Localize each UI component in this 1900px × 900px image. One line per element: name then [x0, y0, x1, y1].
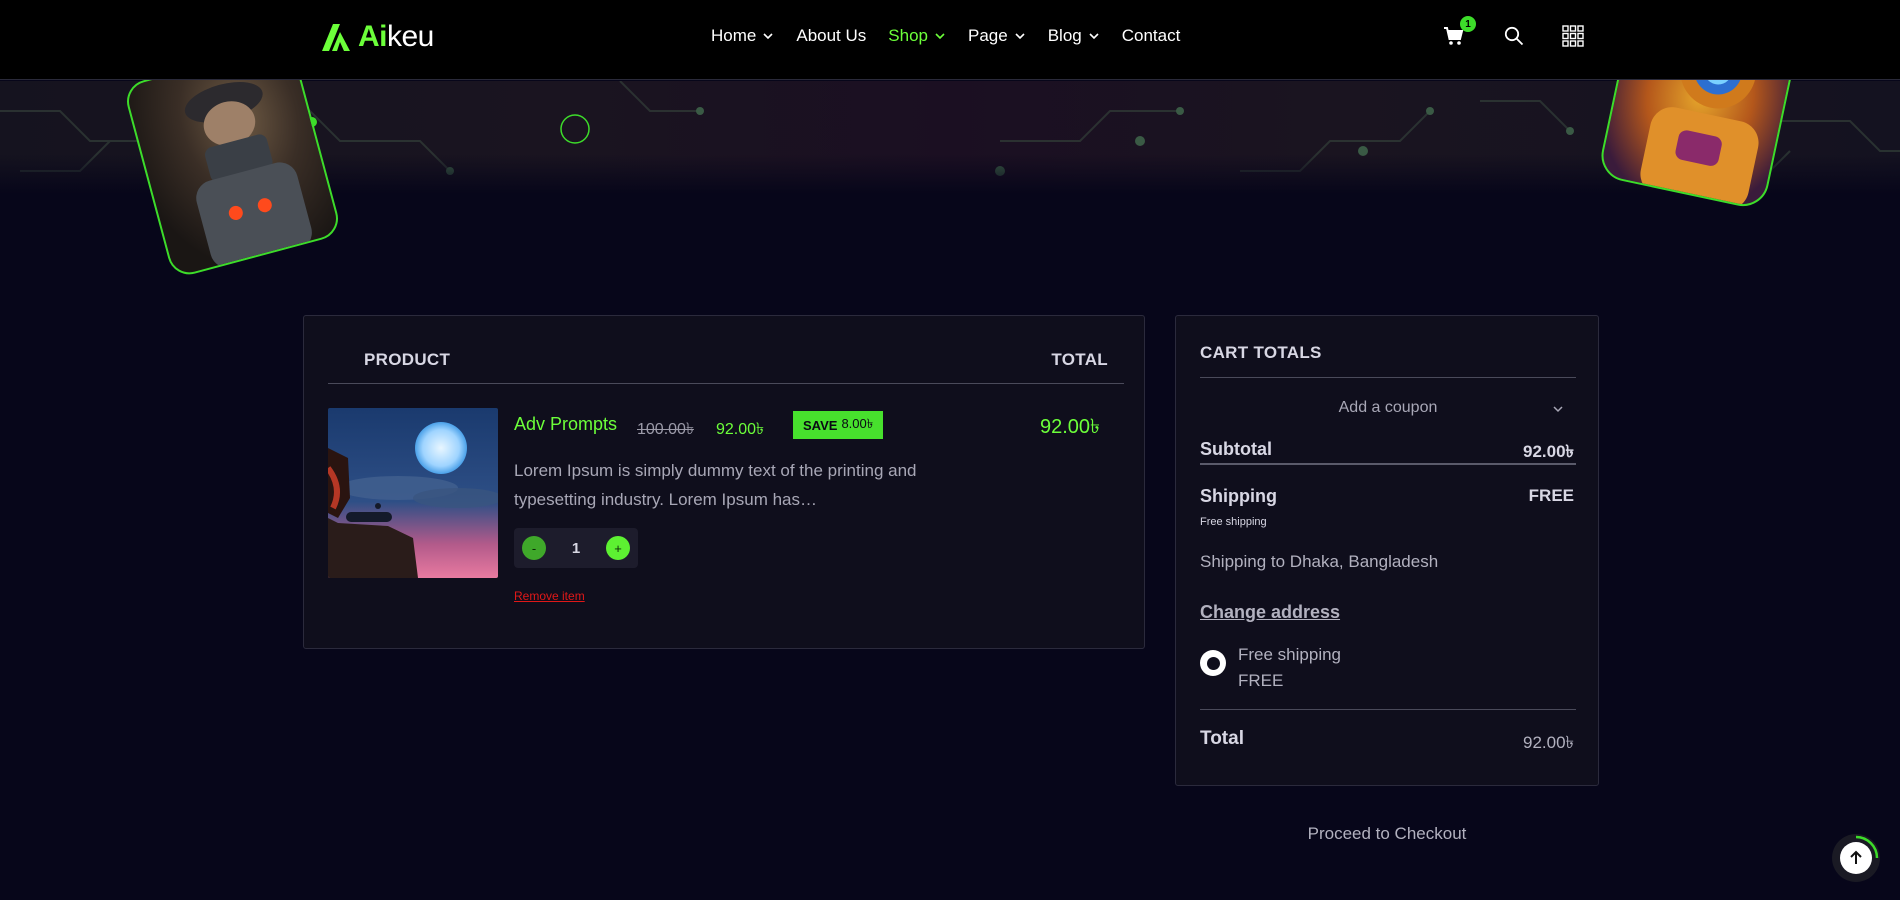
- chevron-down-icon: [935, 33, 945, 40]
- brand-logo[interactable]: Aikeu: [320, 20, 434, 54]
- total-label: Total: [1200, 728, 1244, 749]
- nav-label: Shop: [888, 26, 928, 45]
- shipping-destination: Shipping to Dhaka, Bangladesh: [1200, 552, 1439, 571]
- save-amount: 8.00৳: [841, 415, 874, 431]
- scroll-progress-ring: [1855, 835, 1879, 859]
- nav-label: About Us: [796, 26, 867, 45]
- search-button[interactable]: [1504, 26, 1524, 46]
- subtotal-label: Subtotal: [1200, 439, 1272, 459]
- cart-items-panel: PRODUCT TOTAL Adv Prompts 100.00৳ 92.00৳…: [303, 315, 1145, 649]
- shipping-option-free[interactable]: Free shipping FREE: [1200, 642, 1341, 694]
- chevron-down-icon: [1089, 33, 1099, 40]
- nav-item-home[interactable]: Home: [711, 26, 774, 46]
- nav-item-contact[interactable]: Contact: [1122, 26, 1181, 46]
- product-name-link[interactable]: Adv Prompts: [514, 414, 617, 435]
- chevron-down-icon: [763, 33, 773, 40]
- divider: [1200, 709, 1576, 710]
- nav-label: Blog: [1047, 26, 1082, 45]
- line-total: 92.00৳: [1039, 416, 1100, 438]
- chevron-down-icon: [1553, 406, 1563, 413]
- shipping-option-text: Free shipping FREE: [1238, 642, 1341, 694]
- nav-item-about-us[interactable]: About Us: [796, 26, 866, 46]
- brand-name: Aikeu: [358, 20, 434, 53]
- add-coupon-toggle[interactable]: Add a coupon: [1200, 396, 1576, 420]
- site-header: Aikeu Home About Us Shop Page Blog Conta…: [0, 0, 1900, 80]
- product-old-price: 100.00৳: [637, 421, 694, 438]
- column-header-total: TOTAL: [1051, 350, 1108, 369]
- cart-table-header: PRODUCT TOTAL: [328, 350, 1124, 384]
- remove-item-link[interactable]: Remove item: [514, 589, 585, 603]
- nav-label: Page: [968, 26, 1008, 45]
- quantity-stepper: - 1 +: [514, 528, 638, 568]
- header-actions: 1: [1442, 16, 1584, 52]
- divider: [1200, 377, 1576, 378]
- save-badge: SAVE 8.00৳: [793, 411, 884, 439]
- grid-menu-icon: [1562, 25, 1584, 47]
- column-header-product: PRODUCT: [364, 350, 451, 369]
- radio-button-selected[interactable]: [1200, 650, 1226, 676]
- cart-totals-title: CART TOTALS: [1200, 343, 1322, 362]
- search-icon: [1504, 26, 1524, 46]
- cart-totals-panel: CART TOTALS Add a coupon Subtotal 92.00৳…: [1175, 315, 1599, 786]
- cart-count-badge: 1: [1460, 16, 1476, 32]
- nav-item-blog[interactable]: Blog: [1048, 26, 1100, 46]
- shipping-option-price: FREE: [1238, 671, 1284, 690]
- nav-label: Home: [711, 26, 757, 45]
- scroll-to-top-button[interactable]: [1832, 834, 1880, 882]
- logo-icon: [322, 24, 350, 51]
- decrease-quantity-button[interactable]: -: [522, 536, 546, 560]
- nav-item-shop[interactable]: Shop: [888, 26, 946, 46]
- product-image: [328, 408, 498, 578]
- shipping-method-note: Free shipping: [1200, 516, 1267, 528]
- main-nav: Home About Us Shop Page Blog Contact: [711, 24, 1180, 48]
- coupon-label: Add a coupon: [1338, 399, 1438, 416]
- shipping-option-name: Free shipping: [1238, 645, 1342, 664]
- shipping-value: FREE: [1528, 486, 1574, 505]
- increase-quantity-button[interactable]: +: [606, 536, 630, 560]
- product-description: Lorem Ipsum is simply dummy text of the …: [514, 461, 917, 509]
- change-address-link[interactable]: Change address: [1200, 602, 1340, 623]
- radio-dot: [1206, 656, 1220, 670]
- cart-button[interactable]: 1: [1442, 16, 1476, 48]
- proceed-to-checkout-button[interactable]: Proceed to Checkout: [1175, 824, 1599, 850]
- nav-item-page[interactable]: Page: [968, 26, 1026, 46]
- quantity-value[interactable]: 1: [561, 540, 591, 557]
- chevron-down-icon: [1015, 33, 1025, 40]
- grid-menu-button[interactable]: [1562, 25, 1584, 47]
- save-label: SAVE: [803, 417, 838, 433]
- product-sale-price: 92.00৳: [716, 421, 765, 438]
- total-value: 92.00৳: [1522, 733, 1574, 752]
- nav-label: Contact: [1121, 26, 1181, 45]
- divider: [1200, 463, 1576, 465]
- shipping-label: Shipping: [1200, 486, 1277, 506]
- product-thumbnail[interactable]: [328, 408, 498, 578]
